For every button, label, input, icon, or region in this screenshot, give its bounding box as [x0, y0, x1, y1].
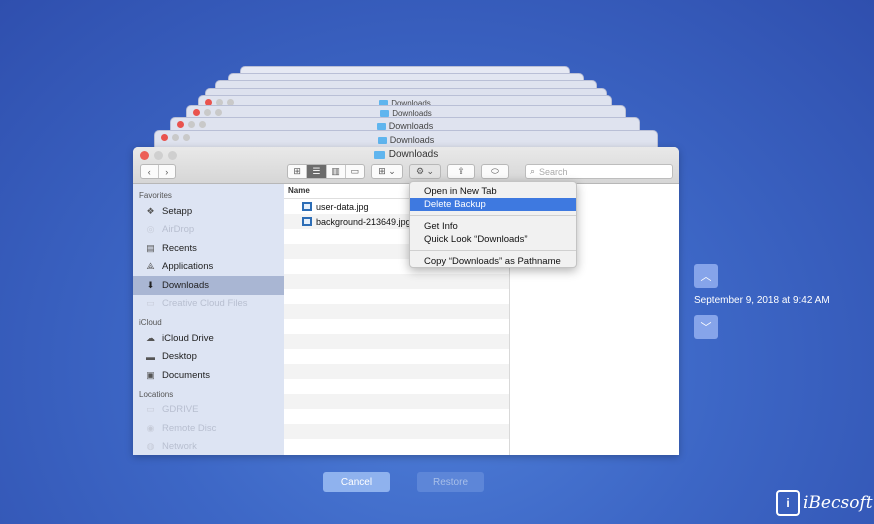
airdrop-icon: ◎: [146, 224, 155, 235]
empty-row: [284, 349, 509, 364]
backup-timestamp: September 9, 2018 at 9:42 AM: [694, 295, 830, 306]
disc-icon: ◉: [146, 422, 155, 433]
toolbar: ‹ › ⊞ ☰ ▥ ▭ ⊞ ⌄ ⚙ ⌄ ⇪ ⬭ ⌕ Search: [133, 164, 679, 182]
empty-row: [284, 409, 509, 424]
view-mode-control: ⊞ ☰ ▥ ▭: [287, 164, 365, 179]
sidebar-item-label: Documents: [162, 369, 211, 381]
menu-separator: [410, 250, 576, 251]
brand-logo: i iBecsoft: [776, 490, 873, 516]
sidebar-item-gdrive[interactable]: ▭ GDRIVE: [133, 401, 284, 420]
cloud-icon: ☁: [146, 332, 155, 343]
search-placeholder: Search: [539, 166, 568, 177]
sidebar-item-label: Creative Cloud Files: [162, 298, 248, 310]
group-button[interactable]: ⊞ ⌄: [371, 164, 403, 179]
folder-icon: [380, 109, 390, 117]
empty-row: [284, 379, 509, 394]
sidebar-header-favorites: Favorites: [139, 191, 172, 200]
sidebar-item-documents[interactable]: ▣ Documents: [133, 366, 284, 385]
finder-window: Downloads ‹ › ⊞ ☰ ▥ ▭ ⊞ ⌄ ⚙ ⌄ ⇪ ⬭ ⌕ Sear…: [133, 147, 679, 455]
empty-row: [284, 274, 509, 289]
sidebar-item-label: AirDrop: [162, 224, 195, 236]
empty-row: [284, 289, 509, 304]
image-file-icon: [302, 217, 312, 226]
timeline-up-button[interactable]: ︿: [694, 264, 718, 288]
documents-icon: ▣: [146, 369, 155, 380]
window-title: Downloads: [388, 149, 439, 160]
forward-button[interactable]: ›: [159, 165, 176, 178]
folder-icon: [376, 122, 386, 130]
sidebar-item-label: GDRIVE: [162, 404, 199, 416]
chevron-up-icon: ︿: [700, 271, 712, 283]
column-view-button[interactable]: ▥: [327, 165, 346, 178]
back-button[interactable]: ‹: [141, 165, 159, 178]
gallery-view-button[interactable]: ▭: [346, 165, 364, 178]
share-button[interactable]: ⇪: [447, 164, 475, 179]
folder-icon: [373, 150, 385, 159]
sidebar-item-label: iCloud Drive: [162, 332, 214, 344]
title-bar: Downloads ‹ › ⊞ ☰ ▥ ▭ ⊞ ⌄ ⚙ ⌄ ⇪ ⬭ ⌕ Sear…: [133, 147, 679, 184]
empty-row: [284, 424, 509, 439]
back-forward-control: ‹ ›: [140, 164, 176, 179]
applications-icon: ⟁: [146, 261, 155, 272]
chevron-down-icon: ﹀: [700, 322, 712, 334]
image-file-icon: [302, 202, 312, 211]
sidebar-item-label: Setapp: [162, 205, 193, 217]
network-icon: ◍: [146, 441, 155, 452]
menu-item-delete-backup[interactable]: Delete Backup: [410, 198, 576, 211]
context-menu: Open in New Tab Delete Backup Get Info Q…: [409, 181, 577, 268]
sidebar-item-icloud-drive[interactable]: ☁ iCloud Drive: [133, 329, 284, 348]
menu-item-get-info[interactable]: Get Info: [410, 220, 576, 233]
sidebar-item-label: Network: [162, 441, 197, 453]
sidebar-item-label: Desktop: [162, 351, 197, 363]
icon-view-button[interactable]: ⊞: [288, 165, 308, 178]
empty-row: [284, 364, 509, 379]
action-gear-button[interactable]: ⚙ ⌄: [409, 164, 441, 179]
setapp-icon: ❖: [146, 205, 155, 216]
empty-row: [284, 319, 509, 334]
brand-logo-text: iBecsoft: [803, 493, 873, 513]
sidebar-item-label: Applications: [162, 261, 214, 273]
search-icon: ⌕: [530, 166, 536, 176]
sidebar-item-label: Remote Disc: [162, 422, 217, 434]
restore-button[interactable]: Restore: [417, 472, 484, 492]
sidebar-item-network[interactable]: ◍ Network: [133, 438, 284, 456]
sidebar-item-label: Recents: [162, 242, 197, 254]
sidebar-item-creative-cloud-files[interactable]: ▭ Creative Cloud Files: [133, 295, 284, 314]
cancel-button[interactable]: Cancel: [323, 472, 390, 492]
sidebar-header-locations: Locations: [139, 389, 174, 399]
downloads-icon: ⬇: [146, 279, 155, 290]
folder-icon: [377, 136, 387, 144]
recents-icon: ▤: [146, 242, 155, 253]
menu-item-quick-look[interactable]: Quick Look “Downloads”: [410, 233, 576, 246]
sidebar-header-icloud: iCloud: [139, 318, 162, 327]
tags-button[interactable]: ⬭: [481, 164, 509, 179]
sidebar-item-label: Downloads: [162, 279, 209, 291]
file-name: user-data.jpg: [316, 201, 369, 212]
folder-icon: ▭: [146, 298, 155, 309]
timeline-down-button[interactable]: ﹀: [694, 315, 718, 339]
file-name: background-213649.jpg: [316, 216, 411, 227]
sidebar-item-downloads[interactable]: ⬇ Downloads: [133, 276, 284, 295]
sidebar-item-recents[interactable]: ▤ Recents: [133, 239, 284, 258]
empty-row: [284, 334, 509, 349]
menu-item-copy-pathname[interactable]: Copy “Downloads” as Pathname: [410, 255, 576, 268]
menu-separator: [410, 215, 576, 216]
desktop-icon: ▬: [146, 351, 155, 362]
search-field[interactable]: ⌕ Search: [525, 164, 673, 179]
sidebar-item-airdrop[interactable]: ◎ AirDrop: [133, 221, 284, 240]
menu-item-open-in-new-tab[interactable]: Open in New Tab: [410, 185, 576, 198]
empty-row: [284, 304, 509, 319]
sidebar-item-applications[interactable]: ⟁ Applications: [133, 258, 284, 277]
empty-row: [284, 439, 509, 454]
ibecsoft-logo-icon: i: [776, 490, 800, 516]
sidebar-item-setapp[interactable]: ❖ Setapp: [133, 202, 284, 221]
stacked-window-title: Downloads: [389, 135, 435, 145]
list-view-button[interactable]: ☰: [307, 165, 327, 178]
empty-row: [284, 394, 509, 409]
sidebar: Favorites ❖ Setapp ◎ AirDrop ▤ Recents ⟁…: [133, 184, 284, 455]
sidebar-item-desktop[interactable]: ▬ Desktop: [133, 348, 284, 367]
drive-icon: ▭: [146, 404, 155, 415]
sidebar-item-remote-disc[interactable]: ◉ Remote Disc: [133, 419, 284, 438]
